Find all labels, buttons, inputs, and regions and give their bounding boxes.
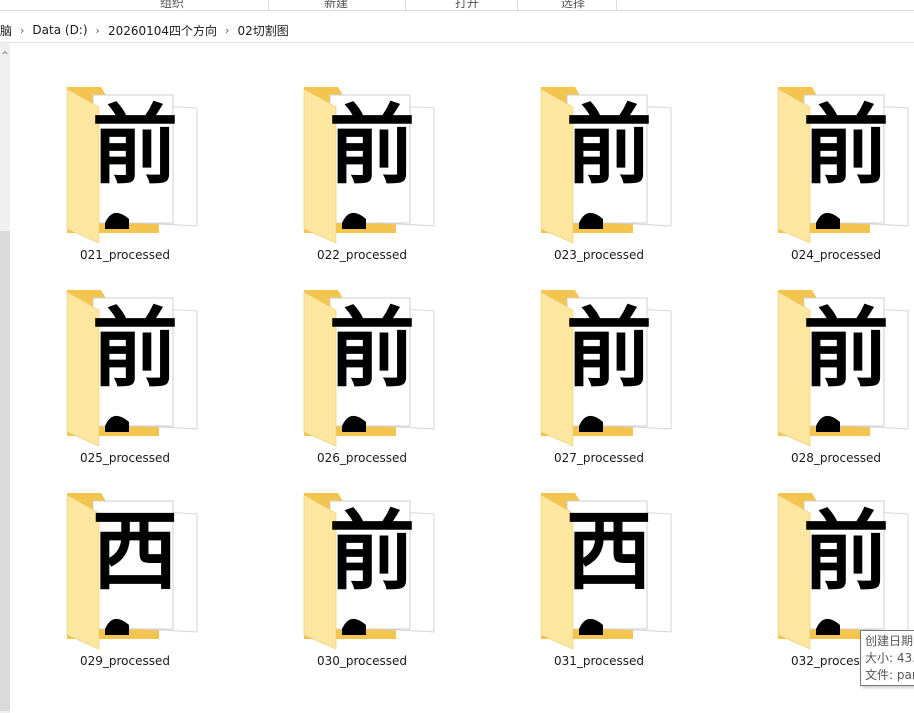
ribbon-group-open[interactable]: 打开 <box>435 0 499 10</box>
file-item[interactable]: 前 024_processed <box>721 53 911 262</box>
scrollbar-thumb[interactable] <box>0 231 10 711</box>
folder-thumbnail-glyph: 前 <box>329 299 415 399</box>
ribbon-separator <box>268 0 269 10</box>
file-name-label: 029_processed <box>79 654 171 668</box>
chevron-right-icon[interactable]: › <box>16 24 28 37</box>
file-name-label: 031_processed <box>553 654 645 668</box>
file-name-label: 030_processed <box>316 654 408 668</box>
file-item[interactable]: 前 022_processed <box>247 53 437 262</box>
folder-thumbnail-glyph: 前 <box>329 96 415 196</box>
file-item[interactable]: 前 032_processed <box>721 459 911 668</box>
file-tooltip: 创建日期 大小: 43. 文件: par <box>860 630 914 686</box>
folder-icon: 前 <box>777 493 909 649</box>
folder-icon: 西 <box>66 493 198 649</box>
chevron-right-icon[interactable]: › <box>221 24 233 37</box>
folder-thumbnail-glyph: 前 <box>803 96 889 196</box>
folder-icon: 前 <box>777 87 909 243</box>
folder-thumbnail-glyph: 前 <box>92 299 178 399</box>
folder-icon: 前 <box>303 290 435 446</box>
folder-thumbnail-glyph: 前 <box>92 96 178 196</box>
file-item[interactable]: 前 027_processed <box>484 256 674 465</box>
address-bar[interactable]: 脑 › Data (D:) › 20260104四个方向 › 02切割图 <box>0 18 914 43</box>
breadcrumb-drive[interactable]: Data (D:) <box>28 23 91 37</box>
file-grid: 前 021_processed 前 022_processed 前 023_process… <box>10 43 914 713</box>
tooltip-created: 创建日期 <box>865 634 914 648</box>
nav-pane-scrollbar[interactable]: ^ <box>0 43 10 713</box>
ribbon-separator <box>616 0 617 10</box>
ribbon-separator <box>517 0 518 10</box>
tooltip-type: 文件: par <box>865 668 914 682</box>
file-item[interactable]: 前 028_processed <box>721 256 911 465</box>
breadcrumb-folder[interactable]: 20260104四个方向 <box>104 22 221 39</box>
folder-icon: 前 <box>303 493 435 649</box>
folder-thumbnail-glyph: 前 <box>803 502 889 602</box>
ribbon-group-organize[interactable]: 组织 <box>140 0 204 10</box>
folder-thumbnail-glyph: 西 <box>92 502 178 602</box>
folder-icon: 前 <box>303 87 435 243</box>
file-item[interactable]: 前 023_processed <box>484 53 674 262</box>
folder-icon: 前 <box>66 290 198 446</box>
folder-icon: 前 <box>777 290 909 446</box>
file-item[interactable]: 西 031_processed <box>484 459 674 668</box>
ribbon-group-select[interactable]: 选择 <box>541 0 605 10</box>
file-item[interactable]: 前 021_processed <box>10 53 200 262</box>
folder-thumbnail-glyph: 前 <box>566 299 652 399</box>
folder-thumbnail-glyph: 西 <box>566 502 652 602</box>
folder-icon: 前 <box>540 290 672 446</box>
tooltip-size: 大小: 43. <box>865 651 914 665</box>
folder-thumbnail-glyph: 前 <box>566 96 652 196</box>
chevron-right-icon[interactable]: › <box>92 24 104 37</box>
scroll-up-icon[interactable]: ^ <box>0 51 10 61</box>
folder-icon: 前 <box>540 87 672 243</box>
file-item[interactable]: 前 030_processed <box>247 459 437 668</box>
folder-thumbnail-glyph: 前 <box>803 299 889 399</box>
ribbon-group-new[interactable]: 新建 <box>304 0 368 10</box>
breadcrumb-current[interactable]: 02切割图 <box>233 22 292 39</box>
folder-thumbnail-glyph: 前 <box>329 502 415 602</box>
folder-icon: 前 <box>66 87 198 243</box>
ribbon: 组织 新建 打开 选择 <box>0 0 914 11</box>
file-item[interactable]: 西 029_processed <box>10 459 200 668</box>
file-item[interactable]: 前 026_processed <box>247 256 437 465</box>
ribbon-separator <box>405 0 406 10</box>
breadcrumb-this-pc[interactable]: 脑 <box>0 22 16 39</box>
file-item[interactable]: 前 025_processed <box>10 256 200 465</box>
folder-icon: 西 <box>540 493 672 649</box>
